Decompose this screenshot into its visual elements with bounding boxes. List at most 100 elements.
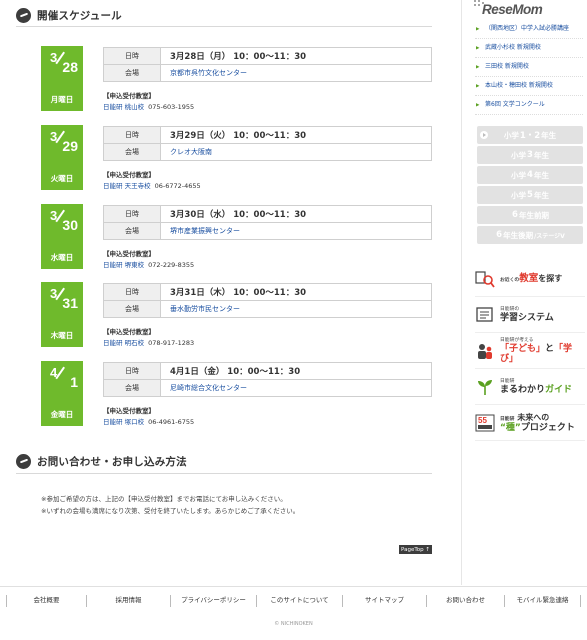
sidebar-link[interactable]: 本山校・穂田校 新規開校 (475, 77, 583, 96)
school-phone: 072-229-8355 (148, 261, 195, 269)
banner-emphasis: 教室 (519, 272, 539, 284)
info-row-datetime: 日時 3月28日（月） 10：00～11：30 (104, 48, 431, 65)
footer-link-sitemap[interactable]: サイトマップ (342, 595, 426, 607)
seed-project-banner[interactable]: 55 日能研 未来への “種”プロジェクト (475, 405, 585, 441)
schedule-event: 4 1 金曜日 日時 4月1日（金） 10：00～11：30 会場 尼崎市総合文化センター【… (41, 361, 433, 433)
grade-button-1-2[interactable]: 小学 1・2 年生 (477, 126, 583, 144)
venue-label: 会場 (104, 144, 161, 160)
venue-link[interactable]: 垂水勤労市民センター (161, 301, 431, 317)
book-icon (475, 305, 495, 325)
find-classroom-banner[interactable]: お近くの教室を探す (475, 261, 585, 297)
datetime-label: 日時 (104, 127, 161, 143)
grade-button-5[interactable]: 小学 5 年生 (477, 186, 583, 204)
footer-link-mobile[interactable]: モバイル緊急連絡 (504, 595, 581, 607)
info-row-datetime: 日時 3月30日（水） 10：00～11：30 (104, 206, 431, 223)
venue-label: 会場 (104, 223, 161, 239)
banner-title: 日能研 未来への (500, 413, 575, 423)
banner-text: 日能研が考える 「子ども」と「学び」 (500, 337, 585, 364)
guide-banner[interactable]: 日能研 まるわかりガイド (475, 369, 585, 405)
venue-link[interactable]: 尼崎市総合文化センター (161, 380, 431, 396)
footer-divider (0, 586, 587, 587)
banner-title: 「子ども」と「学び」 (500, 344, 585, 364)
datetime-value: 3月31日（木） 10：00～11：30 (170, 288, 307, 298)
banner-small: 日能研 (500, 416, 515, 422)
info-row-datetime: 日時 3月29日（火） 10：00～11：30 (104, 127, 431, 144)
sidebar-link[interactable]: 三田校 新規開校 (475, 58, 583, 77)
sidebar-link[interactable]: （関西地区）中学入試必勝講座 (475, 20, 583, 39)
footer-link-recruit[interactable]: 採用情報 (86, 595, 170, 607)
footer-link-contact[interactable]: お問い合わせ (426, 595, 504, 607)
date-weekday: 火曜日 (50, 174, 74, 183)
banner-small: 日能研が考える (500, 338, 534, 343)
grade-button-6-late[interactable]: 6 年生後期/ステージV (477, 226, 583, 244)
schedule-title: 開催スケジュール (37, 9, 122, 22)
banner-word: まるわかり (500, 385, 546, 395)
datetime-value: 4月1日（金） 10：00～11：30 (170, 367, 301, 377)
school-link[interactable]: 日能研 桃山校 (103, 103, 144, 111)
venue-link[interactable]: 京都市呉竹文化センター (161, 65, 431, 81)
event-info-table: 日時 3月30日（水） 10：00～11：30 会場 堺市産業振興センター (103, 205, 432, 240)
sidebar-link[interactable]: 第6回 文学コンクール (475, 96, 583, 115)
sprout-icon (475, 377, 495, 397)
banner-small: 日能研 (500, 379, 515, 384)
school-link[interactable]: 日能研 堺東校 (103, 261, 144, 269)
venue-label: 会場 (104, 65, 161, 81)
date-badge: 4 1 金曜日 (41, 361, 83, 426)
banner-emphasis: “種” (500, 422, 521, 433)
event-info-table: 日時 4月1日（金） 10：00～11：30 会場 尼崎市総合文化センター (103, 362, 432, 397)
school-link[interactable]: 日能研 天王寺校 (103, 182, 151, 190)
banner-emphasis: 「子ども」 (500, 344, 546, 354)
grade-prefix: 小学 (511, 190, 527, 200)
child-learning-banner[interactable]: 日能研が考える 「子ども」と「学び」 (475, 333, 585, 369)
schedule-heading: 開催スケジュール (16, 7, 122, 23)
divider (16, 473, 432, 474)
page-top-button[interactable]: PageTop ↑ (399, 545, 432, 554)
sidebar-banners: お近くの教室を探す 日能研の 学習システム 日能研が考える 「子ども」と「学び」… (475, 261, 585, 441)
logo-dots-icon (474, 0, 484, 10)
date-weekday: 月曜日 (50, 95, 74, 104)
footer-link-privacy[interactable]: プライバシーポリシー (170, 595, 256, 607)
grade-menu: 小学 1・2 年生 小学 3 年生 小学 4 年生 小学 5 年生 6 年生前期 6 年生後期/ステ… (477, 126, 583, 246)
footer-nav: 会社概要 採用情報 プライバシーポリシー このサイトについて サイトマップ お問… (0, 595, 587, 607)
section-arrow-icon (16, 7, 31, 23)
banner-emphasis: ガイド (545, 385, 573, 395)
registration-label: 【申込受付教室】 (103, 250, 155, 258)
grade-number: 6 (496, 230, 503, 240)
grade-button-6-early[interactable]: 6 年生前期 (477, 206, 583, 224)
learning-system-banner[interactable]: 日能研の 学習システム (475, 297, 585, 333)
school-link[interactable]: 日能研 明石校 (103, 339, 144, 347)
registration-label: 【申込受付教室】 (103, 407, 155, 415)
registration-contact: 日能研 桃山校 075-603-1955 (103, 101, 194, 111)
registration-contact: 日能研 堺東校 072-229-8355 (103, 259, 194, 269)
grade-button-4[interactable]: 小学 4 年生 (477, 166, 583, 184)
venue-link[interactable]: 堺市産業振興センター (161, 223, 431, 239)
footer-link-company[interactable]: 会社概要 (6, 595, 86, 607)
datetime-label: 日時 (104, 363, 161, 379)
grade-button-3[interactable]: 小学 3 年生 (477, 146, 583, 164)
banner-word: プロジェクト (520, 422, 575, 433)
grade-suffix: 年生 (533, 190, 549, 200)
grade-number: 4 (527, 170, 533, 180)
banner-text: 日能研 未来への “種”プロジェクト (500, 413, 575, 433)
section-arrow-icon (16, 453, 31, 469)
sidebar-link[interactable]: 武蔵小杉校 新規開校 (475, 39, 583, 58)
footer-link-about[interactable]: このサイトについて (256, 595, 342, 607)
grade-prefix: 小学 (511, 170, 527, 180)
venue-link[interactable]: クレオ大阪南 (161, 144, 431, 160)
school-link[interactable]: 日能研 塚口校 (103, 418, 144, 426)
banner-tail: を探す (538, 273, 563, 283)
logo-text: ReseMom (482, 2, 543, 17)
grade-number: 6 (512, 210, 518, 220)
date-day: 31 (62, 295, 78, 311)
info-row-venue: 会場 京都市呉竹文化センター (104, 65, 431, 81)
registration-label: 【申込受付教室】 (103, 328, 155, 336)
banner-text: お近くの教室を探す (500, 272, 563, 284)
info-row-datetime: 日時 3月31日（木） 10：00～11：30 (104, 284, 431, 301)
date-weekday: 金曜日 (50, 410, 74, 419)
event-info-table: 日時 3月28日（月） 10：00～11：30 会場 京都市呉竹文化センター (103, 47, 432, 82)
registration-label: 【申込受付教室】 (103, 92, 155, 100)
date-day: 29 (62, 138, 78, 154)
info-row-venue: 会場 クレオ大阪南 (104, 144, 431, 160)
banner-mid: と (545, 344, 555, 354)
sidebar-news-list: （関西地区）中学入試必勝講座 武蔵小杉校 新規開校 三田校 新規開校 本山校・穂… (475, 20, 583, 115)
